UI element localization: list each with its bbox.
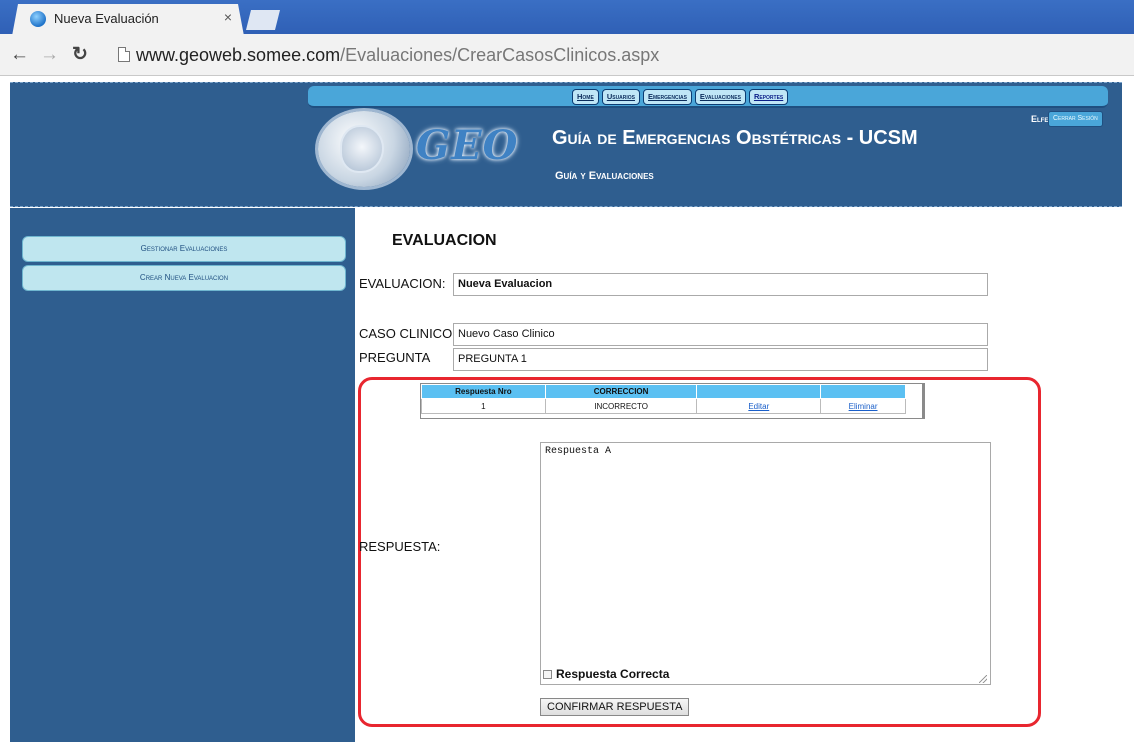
evaluacion-input[interactable]: Nueva Evaluacion <box>453 273 988 296</box>
sidebar: Gestionar Evaluaciones Crear Nueva Evalu… <box>10 208 355 742</box>
grid-cell: 1 <box>421 398 546 414</box>
grid-cell: INCORRECTO <box>544 398 698 414</box>
nav-item-reportes[interactable]: Reportes <box>748 89 789 105</box>
back-arrow-icon[interactable]: ← <box>10 45 29 65</box>
sidebar-item-gestionar[interactable]: Gestionar Evaluaciones <box>22 236 346 262</box>
site-header: Home Usuarios Emergencias Evaluaciones Repor… <box>10 82 1122 207</box>
browser-tabstrip: Nueva Evaluación × <box>0 0 1134 36</box>
logo <box>318 111 410 187</box>
page-icon <box>118 47 130 62</box>
evaluacion-label: EVALUACION: <box>359 276 446 291</box>
respuesta-correcta-checkbox[interactable] <box>543 670 552 679</box>
logout-button[interactable]: Cerrar Sesión <box>1048 111 1103 127</box>
respuesta-label: RESPUESTA: <box>359 539 441 554</box>
close-icon[interactable]: × <box>220 9 236 25</box>
url-host: www.geoweb.somee.com <box>136 45 341 65</box>
grid-header-cell: Respuesta Nro <box>421 384 546 399</box>
nav-item-emergencias[interactable]: Emergencias <box>643 89 692 105</box>
respuesta-correcta-label: Respuesta Correcta <box>556 667 670 681</box>
pregunta-label: PREGUNTA <box>359 350 431 365</box>
page-title: EVALUACION <box>392 232 497 249</box>
nav-item-evaluaciones[interactable]: Evaluaciones <box>694 89 746 105</box>
caso-clinico-label: CASO CLINICO <box>359 326 453 341</box>
confirmar-respuesta-button[interactable]: CONFIRMAR RESPUESTA <box>540 698 690 716</box>
site-title: Guía de Emergencias Obstétricas - UCSM <box>552 127 918 149</box>
answers-grid: Respuesta Nro CORRECCION 1 INCORRECTO Edita… <box>420 383 925 419</box>
sidebar-item-crear[interactable]: Crear Nueva Evaluacion <box>22 265 346 291</box>
top-nav: Home Usuarios Emergencias Evaluaciones Repor… <box>572 89 789 105</box>
nav-item-usuarios[interactable]: Usuarios <box>601 89 641 105</box>
page: Home Usuarios Emergencias Evaluaciones Repor… <box>0 77 1134 742</box>
table-row: 1 INCORRECTO Editar Eliminar <box>421 398 906 414</box>
grid-header-cell <box>696 384 822 399</box>
logo-text: GEO <box>416 122 519 169</box>
edit-link[interactable]: Editar <box>696 398 822 414</box>
globe-icon <box>30 11 46 27</box>
new-tab-button[interactable] <box>246 10 280 30</box>
url-field[interactable]: www.geoweb.somee.com/Evaluaciones/CrearC… <box>136 45 659 66</box>
resize-handle-icon[interactable] <box>979 675 987 683</box>
delete-link[interactable]: Eliminar <box>820 398 906 414</box>
pregunta-input[interactable]: PREGUNTA 1 <box>453 348 988 371</box>
respuesta-textarea[interactable]: Respuesta A <box>540 442 991 685</box>
forward-arrow-icon[interactable]: → <box>40 45 59 65</box>
top-nav-bar: Home Usuarios Emergencias Evaluaciones Repor… <box>308 86 1108 108</box>
reload-icon[interactable]: ↻ <box>72 45 88 65</box>
url-path: /Evaluaciones/CrearCasosClinicos.aspx <box>340 45 660 65</box>
grid-header-cell: CORRECCION <box>544 384 698 399</box>
nav-item-home[interactable]: Home <box>572 89 599 105</box>
tab-title: Nueva Evaluación <box>54 11 159 26</box>
site-subtitle: Guía y Evaluaciones <box>555 170 654 182</box>
grid-header-cell <box>820 384 906 399</box>
caso-clinico-input[interactable]: Nuevo Caso Clinico <box>453 323 988 346</box>
address-bar: ← → ↻ www.geoweb.somee.com/Evaluaciones/… <box>0 36 1134 76</box>
